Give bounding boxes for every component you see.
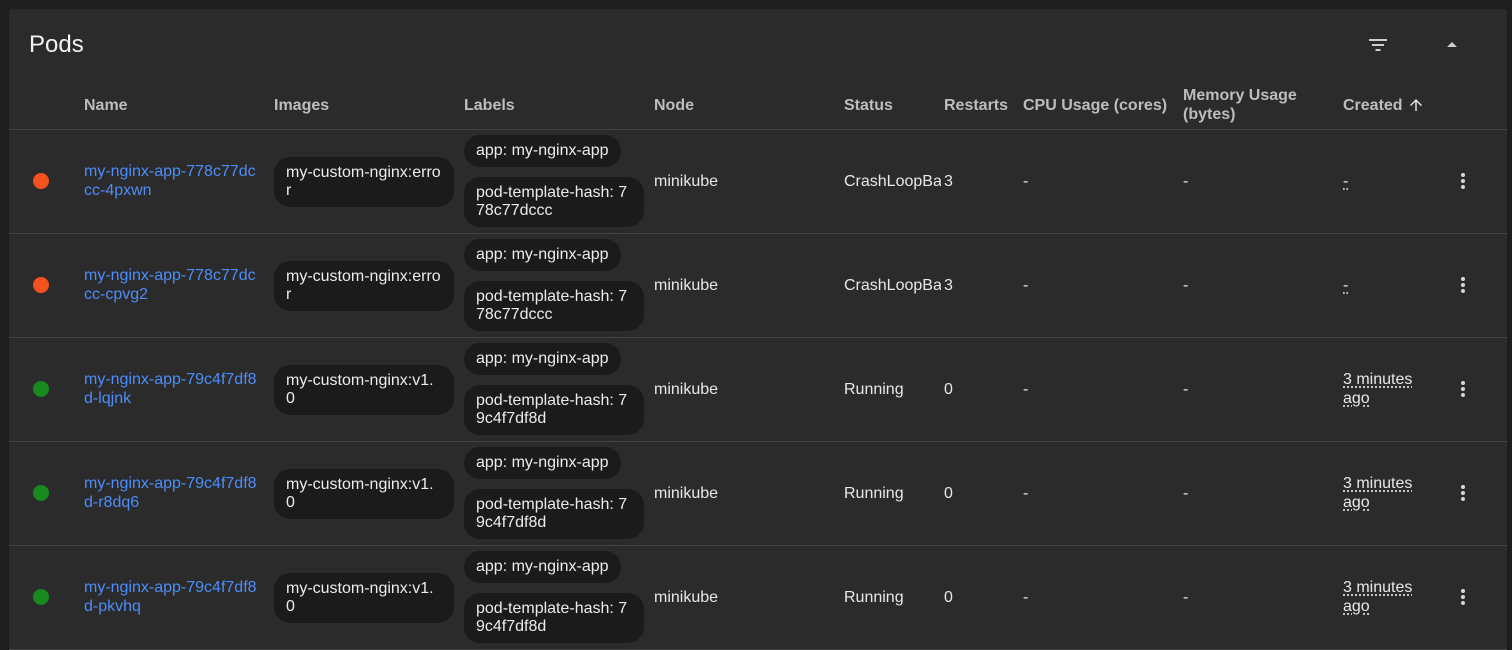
- restarts-value: 0: [944, 381, 953, 398]
- column-header-node[interactable]: Node: [654, 81, 694, 129]
- created-value: -: [1343, 173, 1349, 190]
- arrow-drop-up-icon: [1447, 42, 1457, 47]
- status-indicator-icon: [33, 277, 49, 293]
- column-header-created-label: Created: [1343, 96, 1403, 114]
- table-header: Name Images Labels Node Status Restarts …: [9, 81, 1507, 130]
- column-header-name[interactable]: Name: [84, 81, 128, 129]
- column-header-cpu[interactable]: CPU Usage (cores): [1023, 81, 1167, 129]
- label-chip-pod-template-hash: pod-template-hash: 778c77dccc: [464, 281, 644, 331]
- image-chip: my-custom-nginx:v1.0: [274, 365, 454, 415]
- label-chip-pod-template-hash: pod-template-hash: 79c4f7df8d: [464, 489, 644, 539]
- status-value: Running: [844, 589, 904, 606]
- table-row: my-nginx-app-79c4f7df8d-pkvhq my-custom-…: [9, 546, 1507, 650]
- filter-button[interactable]: [1358, 29, 1398, 61]
- card-title: Pods: [29, 31, 84, 58]
- arrow-upward-icon: [1409, 99, 1422, 111]
- memory-value: -: [1183, 589, 1189, 606]
- more-vert-icon: [1461, 381, 1465, 397]
- cpu-value: -: [1023, 485, 1029, 502]
- column-header-status[interactable]: Status: [844, 81, 893, 129]
- created-value: 3 minutes ago: [1343, 371, 1413, 407]
- label-chip-app: app: my-nginx-app: [464, 239, 621, 271]
- created-value: -: [1343, 277, 1349, 294]
- pod-name-link[interactable]: my-nginx-app-778c77dccc-cpvg2: [84, 266, 259, 304]
- collapse-button[interactable]: [1432, 29, 1472, 61]
- more-vert-icon: [1461, 173, 1465, 189]
- node-value: minikube: [654, 277, 719, 294]
- column-header-labels[interactable]: Labels: [464, 81, 515, 129]
- restarts-value: 0: [944, 485, 953, 502]
- filter-list-icon: [1369, 39, 1387, 51]
- label-chip-app: app: my-nginx-app: [464, 551, 621, 583]
- status-indicator-icon: [33, 589, 49, 605]
- memory-value: -: [1183, 381, 1189, 398]
- table-body: my-nginx-app-778c77dccc-4pxwn my-custom-…: [9, 130, 1507, 650]
- more-vert-icon: [1461, 277, 1465, 293]
- status-value: CrashLoopBackOff: [844, 173, 941, 190]
- pod-name-link[interactable]: my-nginx-app-79c4f7df8d-r8dq6: [84, 474, 259, 512]
- restarts-value: 0: [944, 589, 953, 606]
- status-value: Running: [844, 485, 904, 502]
- label-chip-pod-template-hash: pod-template-hash: 79c4f7df8d: [464, 593, 644, 643]
- status-indicator-icon: [33, 173, 49, 189]
- more-vert-icon: [1461, 589, 1465, 605]
- row-actions-button[interactable]: [1449, 165, 1477, 197]
- pod-name-link[interactable]: my-nginx-app-778c77dccc-4pxwn: [84, 162, 259, 200]
- cpu-value: -: [1023, 277, 1029, 294]
- label-chip-pod-template-hash: pod-template-hash: 79c4f7df8d: [464, 385, 644, 435]
- row-actions-button[interactable]: [1449, 581, 1477, 613]
- node-value: minikube: [654, 381, 719, 398]
- created-value: 3 minutes ago: [1343, 579, 1413, 615]
- table-row: my-nginx-app-778c77dccc-cpvg2 my-custom-…: [9, 234, 1507, 338]
- row-actions-button[interactable]: [1449, 269, 1477, 301]
- table-row: my-nginx-app-79c4f7df8d-lqjnk my-custom-…: [9, 338, 1507, 442]
- memory-value: -: [1183, 277, 1189, 294]
- cpu-value: -: [1023, 589, 1029, 606]
- memory-value: -: [1183, 173, 1189, 190]
- label-chip-app: app: my-nginx-app: [464, 135, 621, 167]
- pods-card: Pods Name Images Labels Node Status Rest…: [9, 9, 1507, 650]
- pod-name-link[interactable]: my-nginx-app-79c4f7df8d-lqjnk: [84, 370, 259, 408]
- label-chip-app: app: my-nginx-app: [464, 343, 621, 375]
- column-header-images[interactable]: Images: [274, 81, 329, 129]
- memory-value: -: [1183, 485, 1189, 502]
- restarts-value: 3: [944, 173, 953, 190]
- column-header-created[interactable]: Created: [1343, 81, 1425, 129]
- image-chip: my-custom-nginx:error: [274, 261, 454, 311]
- table-row: my-nginx-app-79c4f7df8d-r8dq6 my-custom-…: [9, 442, 1507, 546]
- cpu-value: -: [1023, 381, 1029, 398]
- status-indicator-icon: [33, 485, 49, 501]
- row-actions-button[interactable]: [1449, 373, 1477, 405]
- column-header-memory[interactable]: Memory Usage (bytes): [1183, 81, 1323, 129]
- pods-table: Name Images Labels Node Status Restarts …: [9, 81, 1507, 650]
- image-chip: my-custom-nginx:v1.0: [274, 469, 454, 519]
- status-value: CrashLoopBackOff: [844, 277, 941, 294]
- restarts-value: 3: [944, 277, 953, 294]
- created-value: 3 minutes ago: [1343, 475, 1413, 511]
- column-header-restarts[interactable]: Restarts: [944, 81, 1008, 129]
- image-chip: my-custom-nginx:v1.0: [274, 573, 454, 623]
- status-indicator-icon: [33, 381, 49, 397]
- more-vert-icon: [1461, 485, 1465, 501]
- label-chip-pod-template-hash: pod-template-hash: 778c77dccc: [464, 177, 644, 227]
- label-chip-app: app: my-nginx-app: [464, 447, 621, 479]
- cpu-value: -: [1023, 173, 1029, 190]
- card-header: Pods: [9, 9, 1507, 81]
- row-actions-button[interactable]: [1449, 477, 1477, 509]
- pod-name-link[interactable]: my-nginx-app-79c4f7df8d-pkvhq: [84, 578, 259, 616]
- node-value: minikube: [654, 173, 719, 190]
- node-value: minikube: [654, 485, 719, 502]
- node-value: minikube: [654, 589, 719, 606]
- status-value: Running: [844, 381, 904, 398]
- table-row: my-nginx-app-778c77dccc-4pxwn my-custom-…: [9, 130, 1507, 234]
- image-chip: my-custom-nginx:error: [274, 157, 454, 207]
